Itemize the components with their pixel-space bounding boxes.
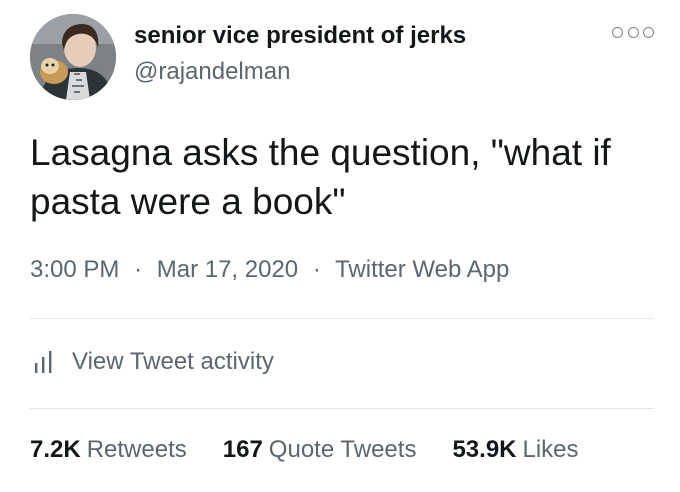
tweet-stats: 7.2K Retweets 167 Quote Tweets 53.9K Likes xyxy=(30,436,615,464)
likes-count: 53.9K xyxy=(452,436,517,463)
tweet-date[interactable]: Mar 17, 2020 xyxy=(157,256,298,283)
retweets-stat[interactable]: 7.2K Retweets xyxy=(30,436,187,464)
tweet-card: senior vice president of jerks @rajandel… xyxy=(0,0,680,492)
meta-separator: · xyxy=(312,256,321,283)
avatar[interactable] xyxy=(30,14,116,100)
divider xyxy=(30,318,654,319)
meta-separator: · xyxy=(134,256,143,283)
quote-tweets-stat[interactable]: 167 Quote Tweets xyxy=(223,436,417,464)
retweets-label: Retweets xyxy=(86,436,187,463)
tweet-source[interactable]: Twitter Web App xyxy=(335,256,509,283)
more-dot xyxy=(612,26,623,38)
more-dot xyxy=(627,26,639,38)
likes-stat[interactable]: 53.9K Likes xyxy=(452,436,578,464)
display-name[interactable]: senior vice president of jerks xyxy=(134,22,466,50)
quote-tweets-count: 167 xyxy=(222,436,263,463)
tweet-text: Lasagna asks the question, "what if past… xyxy=(30,132,611,222)
retweets-count: 7.2K xyxy=(30,436,81,463)
likes-label: Likes xyxy=(522,436,579,463)
quote-tweets-label: Quote Tweets xyxy=(268,436,417,463)
profile-photo-icon xyxy=(30,14,116,100)
tweet-meta: 3:00 PM · Mar 17, 2020 · Twitter Web App xyxy=(30,256,509,284)
view-activity-label: View Tweet activity xyxy=(72,348,274,375)
more-dot xyxy=(643,26,654,38)
user-handle[interactable]: @rajandelman xyxy=(134,58,290,86)
tweet-time[interactable]: 3:00 PM xyxy=(30,256,119,283)
more-options-icon[interactable] xyxy=(612,22,654,42)
view-activity-link[interactable]: View Tweet activity xyxy=(34,344,274,380)
bar-chart-icon xyxy=(34,349,56,375)
divider xyxy=(30,408,654,409)
